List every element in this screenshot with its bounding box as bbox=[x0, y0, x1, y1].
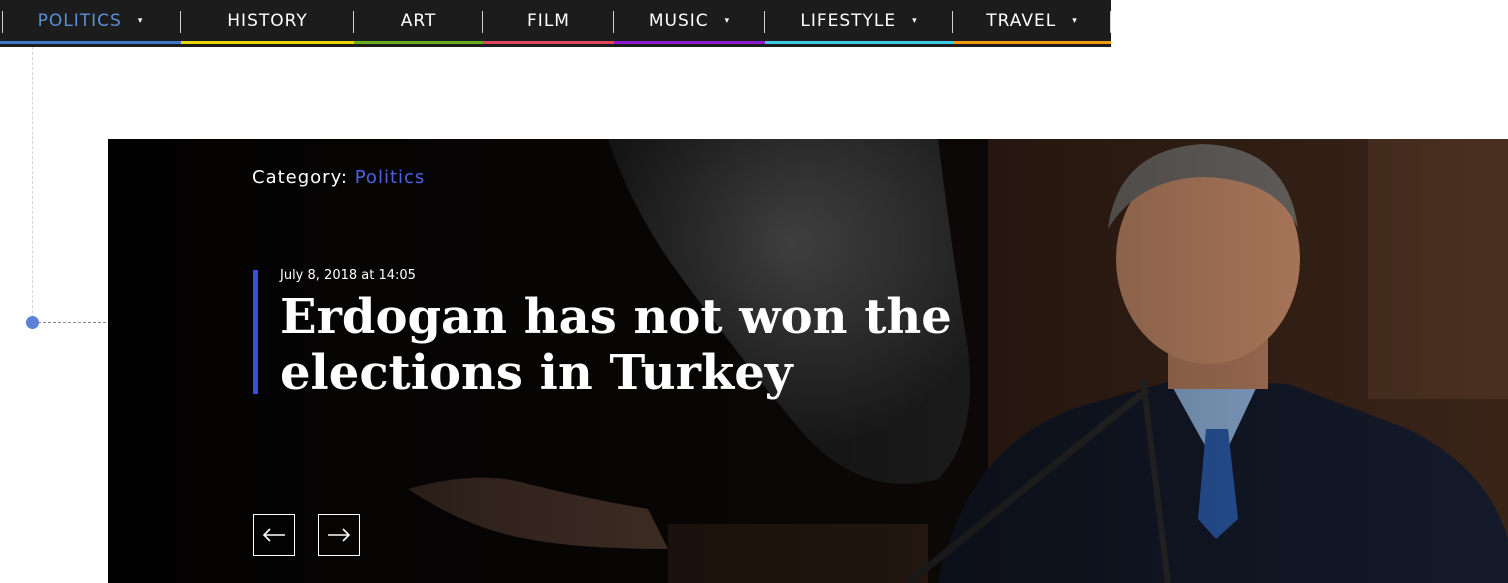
nav-item-film[interactable]: FILM bbox=[483, 0, 614, 44]
headline-accent-bar bbox=[253, 270, 258, 394]
nav-label: ART bbox=[400, 10, 437, 31]
caret-down-icon: ▾ bbox=[137, 15, 144, 26]
nav-item-music[interactable]: MUSIC ▾ bbox=[614, 0, 765, 44]
nav-divider bbox=[1110, 11, 1111, 33]
arrow-right-icon bbox=[328, 528, 351, 542]
category-label: Category: Politics bbox=[252, 167, 425, 188]
guide-dot bbox=[26, 316, 39, 329]
nav-label: MUSIC bbox=[648, 10, 709, 31]
category-link[interactable]: Politics bbox=[355, 167, 426, 188]
nav-item-lifestyle[interactable]: LIFESTYLE ▾ bbox=[765, 0, 953, 44]
hero-slider: Category: Politics July 8, 2018 at 14:05… bbox=[108, 139, 1508, 583]
post-date: July 8, 2018 at 14:05 bbox=[280, 268, 416, 283]
caret-down-icon: ▾ bbox=[1072, 15, 1078, 26]
nav-label: LIFESTYLE bbox=[800, 10, 897, 31]
main-navigation: POLITICS ▾ HISTORY ART FILM MUSIC ▾ LIFE… bbox=[0, 0, 1111, 47]
nav-item-politics[interactable]: POLITICS ▾ bbox=[0, 0, 181, 44]
nav-item-art[interactable]: ART bbox=[354, 0, 483, 44]
arrow-left-icon bbox=[262, 528, 285, 542]
hero-headline[interactable]: Erdogan has not won the elections in Tur… bbox=[280, 289, 980, 401]
vertical-guide-line bbox=[32, 47, 33, 323]
nav-item-history[interactable]: HISTORY bbox=[181, 0, 354, 44]
nav-label: HISTORY bbox=[227, 10, 308, 31]
nav-label: TRAVEL bbox=[986, 10, 1057, 31]
nav-item-travel[interactable]: TRAVEL ▾ bbox=[953, 0, 1111, 44]
prev-slide-button[interactable] bbox=[253, 514, 295, 556]
nav-label: POLITICS bbox=[37, 10, 122, 31]
nav-label: FILM bbox=[527, 10, 570, 31]
category-prefix: Category: bbox=[252, 167, 348, 188]
caret-down-icon: ▾ bbox=[724, 15, 731, 26]
next-slide-button[interactable] bbox=[318, 514, 360, 556]
caret-down-icon: ▾ bbox=[912, 15, 918, 26]
